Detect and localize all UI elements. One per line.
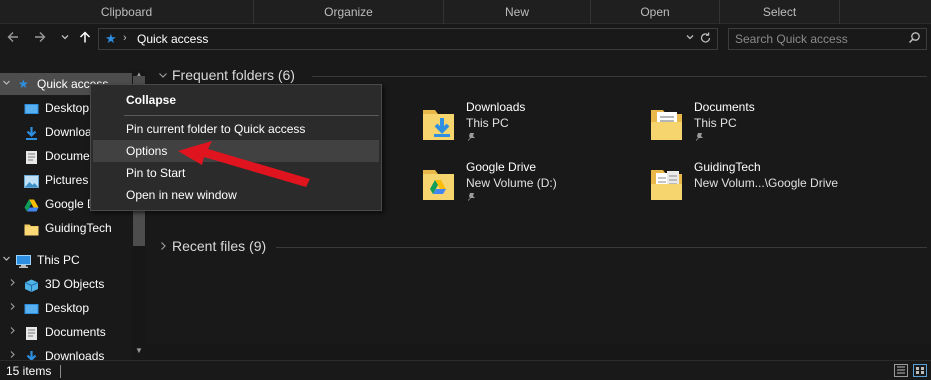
status-bar: 15 items xyxy=(0,360,931,380)
group-divider xyxy=(312,76,927,77)
google-drive-icon xyxy=(24,197,39,212)
sidebar-item-this-pc[interactable]: This PC xyxy=(0,249,132,271)
sidebar-item-guidingtech[interactable]: GuidingTech xyxy=(0,217,132,239)
folder-tile-documents[interactable]: Documents This PC xyxy=(649,100,869,152)
google-drive-folder-icon xyxy=(421,164,457,202)
ribbon-group-labels: Clipboard Organize New Open Select xyxy=(0,0,931,24)
up-arrow-icon[interactable] xyxy=(75,29,95,49)
desktop-icon xyxy=(24,301,39,314)
address-dropdown-icon[interactable] xyxy=(685,32,695,45)
download-icon xyxy=(24,349,39,360)
folder-name: Documents xyxy=(694,100,755,114)
pin-icon xyxy=(694,132,704,145)
chevron-down-icon[interactable] xyxy=(55,29,75,49)
back-arrow-icon[interactable] xyxy=(3,29,23,49)
3d-objects-icon xyxy=(24,277,39,292)
breadcrumb-quick-access[interactable]: Quick access xyxy=(137,32,208,46)
search-box[interactable] xyxy=(728,28,927,50)
chevron-right-icon[interactable] xyxy=(6,321,18,343)
folder-tile-downloads[interactable]: Downloads This PC xyxy=(421,100,641,152)
chevron-right-icon[interactable] xyxy=(6,345,18,360)
folder-icon xyxy=(24,221,39,236)
search-input[interactable] xyxy=(729,29,904,49)
folder-icon xyxy=(649,164,685,202)
search-icon[interactable] xyxy=(908,31,921,47)
pin-icon xyxy=(466,132,476,145)
documents-folder-icon xyxy=(649,104,685,142)
computer-icon xyxy=(16,253,31,268)
desktop-icon xyxy=(24,101,39,114)
folder-name: Google Drive xyxy=(466,160,537,174)
sidebar-item-desktop-pc[interactable]: Desktop xyxy=(0,297,132,319)
ribbon-group-clipboard: Clipboard xyxy=(0,0,254,24)
documents-icon xyxy=(24,325,39,340)
chevron-right-icon[interactable] xyxy=(6,297,18,319)
folder-name: GuidingTech xyxy=(694,160,761,174)
sidebar-item-label: Desktop xyxy=(45,301,90,315)
recent-files-header[interactable]: Recent files (9) xyxy=(158,235,266,257)
sidebar-item-label: GuidingTech xyxy=(45,221,112,235)
pin-icon xyxy=(466,192,476,205)
refresh-icon[interactable] xyxy=(699,31,712,48)
sidebar-item-label: Documents xyxy=(45,325,106,339)
chevron-right-icon xyxy=(158,238,172,260)
address-bar[interactable]: ★ › Quick access xyxy=(98,28,718,50)
item-count: 15 items xyxy=(6,364,52,378)
pictures-icon xyxy=(24,173,39,188)
frequent-folders-label: Frequent folders (6) xyxy=(172,67,295,83)
folder-location: This PC xyxy=(694,116,737,130)
folder-location: This PC xyxy=(466,116,509,130)
sidebar-item-label: 3D Objects xyxy=(45,277,105,291)
navigation-bar: ★ › Quick access xyxy=(0,24,931,55)
folder-location: New Volume (D:) xyxy=(466,176,557,190)
folder-location: New Volum...\Google Drive xyxy=(694,176,839,190)
menu-separator xyxy=(124,115,379,116)
download-icon xyxy=(24,125,39,140)
folder-name: Downloads xyxy=(466,100,526,114)
ribbon-group-open: Open xyxy=(591,0,720,24)
ribbon-group-select: Select xyxy=(720,0,840,24)
menu-item-collapse[interactable]: Collapse xyxy=(93,89,379,111)
documents-icon xyxy=(24,149,39,164)
large-icons-view-icon[interactable] xyxy=(913,364,927,377)
star-icon: ★ xyxy=(105,31,117,46)
chevron-right-icon[interactable] xyxy=(6,273,18,295)
details-view-icon[interactable] xyxy=(894,364,908,377)
chevron-down-icon[interactable] xyxy=(0,73,12,95)
sidebar-item-label: Desktop xyxy=(45,101,90,115)
annotation-arrow xyxy=(178,141,310,187)
folder-tile-guidingtech[interactable]: GuidingTech New Volum...\Google Drive xyxy=(649,160,869,212)
scroll-down-icon[interactable]: ▼ xyxy=(132,346,146,355)
sidebar-item-label: Pictures xyxy=(45,173,89,187)
star-icon: ★ xyxy=(18,77,29,91)
recent-files-label: Recent files (9) xyxy=(172,238,267,254)
downloads-folder-icon xyxy=(421,104,457,142)
frequent-folders-header[interactable]: Frequent folders (6) xyxy=(158,64,295,86)
folder-tile-google-drive[interactable]: Google Drive New Volume (D:) xyxy=(421,160,641,212)
sidebar-item-3d-objects[interactable]: 3D Objects xyxy=(0,273,132,295)
sidebar-item-label: This PC xyxy=(37,253,80,267)
content-horizontal-scrollbar[interactable] xyxy=(146,344,931,360)
breadcrumb-separator: › xyxy=(123,32,127,44)
status-divider xyxy=(60,365,61,378)
sidebar-item-downloads-pc[interactable]: Downloads xyxy=(0,345,132,360)
ribbon-group-organize: Organize xyxy=(254,0,444,24)
ribbon-group-new: New xyxy=(444,0,591,24)
chevron-down-icon[interactable] xyxy=(0,249,12,271)
sidebar-item-documents-pc[interactable]: Documents xyxy=(0,321,132,343)
forward-arrow-icon[interactable] xyxy=(30,29,50,49)
group-divider xyxy=(276,247,927,248)
sidebar-item-label: Downloads xyxy=(45,349,105,360)
